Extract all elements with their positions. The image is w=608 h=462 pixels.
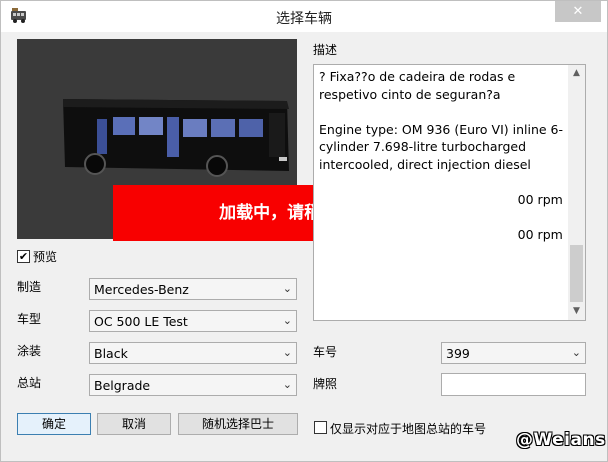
scroll-up-icon[interactable]: ▲ <box>568 65 585 82</box>
vehicle-number-value: 399 <box>446 346 470 361</box>
manufacturer-value: Mercedes-Benz <box>94 282 189 297</box>
ok-button[interactable]: 确定 <box>17 413 91 435</box>
close-icon: ✕ <box>572 4 584 19</box>
vehicle-select-window: 选择车辆 ✕ 加载中，请稍候... ✔ 预览 制造 Mercedes-Benz <box>0 0 608 462</box>
window-title: 选择车辆 <box>276 11 332 27</box>
scroll-thumb[interactable] <box>570 245 583 302</box>
preview-label: 预览 <box>33 250 58 264</box>
depot-filter-checkbox[interactable] <box>314 421 327 434</box>
chevron-down-icon: ⌄ <box>571 346 581 359</box>
chevron-down-icon: ⌄ <box>282 282 292 295</box>
livery-value: Black <box>94 346 128 361</box>
model-label: 车型 <box>17 312 42 326</box>
check-icon: ✔ <box>18 250 29 263</box>
livery-select[interactable]: Black ⌄ <box>89 342 297 364</box>
watermark-text: @Weians <box>516 430 606 450</box>
chevron-down-icon: ⌄ <box>282 378 292 391</box>
title-bar: 选择车辆 ✕ <box>1 1 607 32</box>
model-select[interactable]: OC 500 LE Test ⌄ <box>89 310 297 332</box>
depot-label: 总站 <box>17 376 42 390</box>
description-textbox[interactable]: ? Fixa??o de cadeira de rodas e respetiv… <box>313 64 586 321</box>
preview-checkbox[interactable]: ✔ <box>17 250 30 263</box>
plate-label: 牌照 <box>313 377 338 391</box>
livery-label: 涂装 <box>17 344 42 358</box>
depot-value: Belgrade <box>94 378 151 393</box>
depot-select[interactable]: Belgrade ⌄ <box>89 374 297 396</box>
close-button[interactable]: ✕ <box>555 1 601 22</box>
chevron-down-icon: ⌄ <box>282 346 292 359</box>
vehicle-number-label: 车号 <box>313 345 338 359</box>
chevron-down-icon: ⌄ <box>282 314 292 327</box>
scroll-down-icon[interactable]: ▼ <box>568 303 585 320</box>
model-value: OC 500 LE Test <box>94 314 188 329</box>
description-label: 描述 <box>313 43 338 57</box>
plate-input[interactable] <box>441 373 586 396</box>
cancel-button[interactable]: 取消 <box>97 413 171 435</box>
depot-filter-label: 仅显示对应于地图总站的车号 <box>330 422 487 436</box>
description-text: ? Fixa??o de cadeira de rodas e respetiv… <box>319 69 564 242</box>
manufacturer-label: 制造 <box>17 280 42 294</box>
random-bus-button[interactable]: 随机选择巴士 <box>178 413 298 435</box>
vehicle-number-select[interactable]: 399 ⌄ <box>441 342 586 364</box>
manufacturer-select[interactable]: Mercedes-Benz ⌄ <box>89 278 297 300</box>
description-scrollbar[interactable]: ▲ ▼ <box>568 65 585 320</box>
